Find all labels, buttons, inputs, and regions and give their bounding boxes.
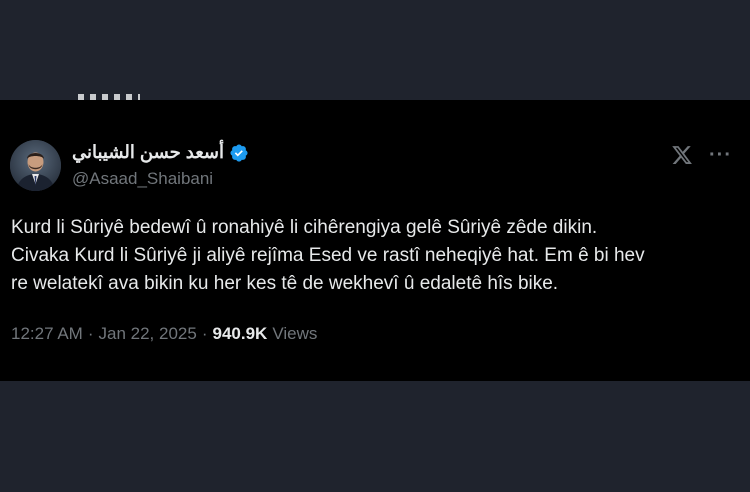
screenshot-page: أسعد حسن الشيباني @Asaad_Shaibani ··· Ku… <box>0 0 750 492</box>
tweet-meta: 12:27 AM · Jan 22, 2025 · 940.9K Views <box>11 324 317 344</box>
avatar-image <box>10 140 61 191</box>
author-name-row[interactable]: أسعد حسن الشيباني <box>72 142 249 163</box>
tweet-time[interactable]: 12:27 AM <box>11 324 83 344</box>
tweet-text: Kurd li Sûriyê bedewî û ronahiyê li cihê… <box>11 217 645 294</box>
tweet-top-actions: ··· <box>671 144 732 166</box>
meta-separator: · <box>87 324 94 343</box>
author-display-name[interactable]: أسعد حسن الشيباني <box>72 142 224 163</box>
x-logo-icon[interactable] <box>671 144 693 166</box>
author-handle[interactable]: @Asaad_Shaibani <box>72 169 213 189</box>
tweet-card[interactable]: أسعد حسن الشيباني @Asaad_Shaibani ··· Ku… <box>0 100 750 381</box>
views-count[interactable]: 940.9K <box>212 324 267 344</box>
verified-badge-icon <box>229 143 249 163</box>
tweet-date[interactable]: Jan 22, 2025 <box>99 324 197 344</box>
views-label: Views <box>272 324 318 343</box>
meta-separator: · <box>201 324 208 343</box>
avatar[interactable] <box>10 140 61 191</box>
more-options-icon[interactable]: ··· <box>709 145 732 165</box>
